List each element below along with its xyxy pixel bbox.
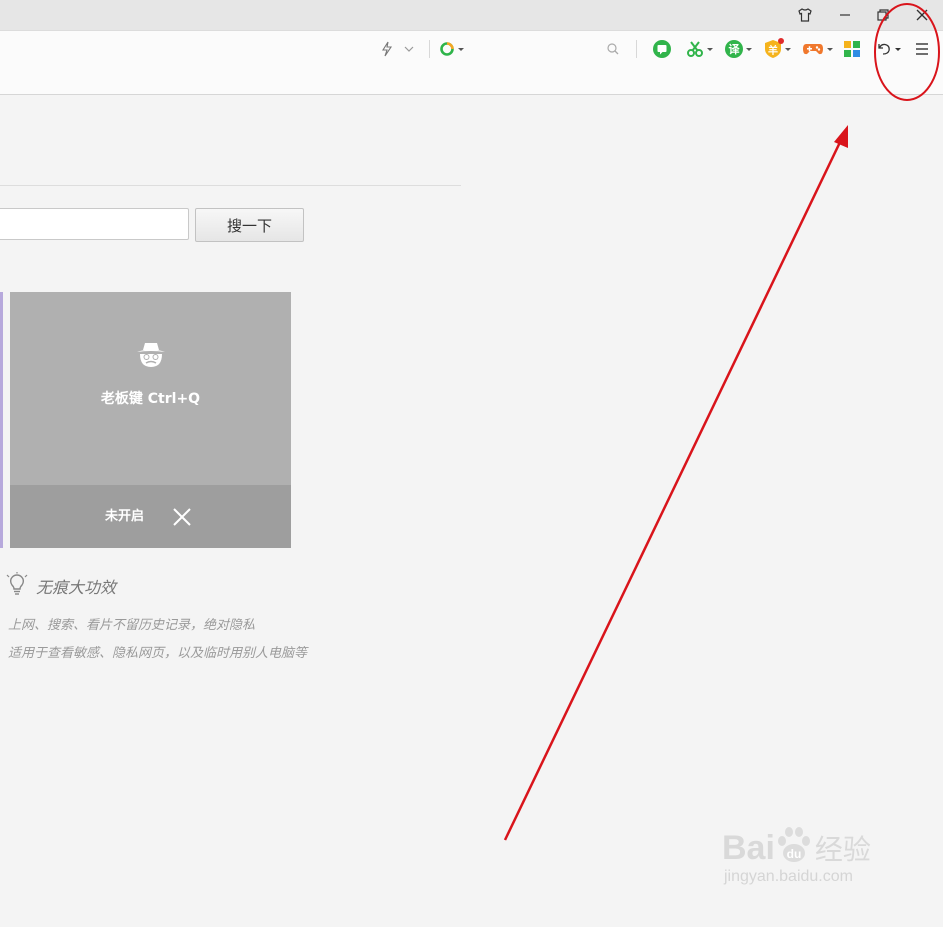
search-icon[interactable] (606, 37, 620, 61)
watermark-brand-left: Bai (722, 828, 775, 867)
shield-icon[interactable]: 羊 (764, 37, 791, 61)
watermark-url: jingyan.baidu.com (724, 868, 853, 885)
translate-label: 译 (725, 40, 743, 58)
annotation-arrow-head (834, 125, 848, 148)
close-icon[interactable] (170, 505, 194, 529)
tip-line-2: 适用于查看敏感、隐私网页，以及临时用别人电脑等 (8, 646, 308, 661)
search-button[interactable]: 搜一下 (195, 208, 304, 242)
tip-title: 无痕大功效 (36, 578, 117, 597)
minimize-icon[interactable] (834, 4, 856, 26)
svg-text:du: du (787, 847, 802, 861)
title-bar (0, 0, 943, 30)
menu-icon[interactable] (914, 37, 930, 61)
previous-card-edge (0, 292, 3, 548)
search-input[interactable] (0, 208, 189, 240)
translate-icon[interactable]: 译 (725, 37, 752, 61)
skin-icon[interactable] (794, 4, 816, 26)
divider (0, 185, 461, 186)
incognito-icon (135, 340, 167, 370)
paw-icon: du (775, 826, 813, 870)
scissors-icon[interactable] (686, 37, 713, 61)
close-icon[interactable] (911, 4, 933, 26)
annotation-arrow-line (503, 137, 844, 841)
chevron-down-icon[interactable] (403, 37, 415, 61)
boss-key-status-bar: 未开启 (10, 485, 291, 548)
restore-icon[interactable] (872, 4, 894, 26)
baidu-watermark: Bai du 经验 jingyan.baidu.com (722, 826, 871, 886)
tip-line-1: 上网、搜索、看片不留历史记录，绝对隐私 (8, 618, 256, 633)
boss-key-card: 老板键 Ctrl+Q 未开启 (10, 292, 291, 548)
boss-key-status: 未开启 (105, 509, 145, 524)
tip-header: 无痕大功效 (6, 572, 116, 600)
toolbar-divider (429, 40, 430, 58)
apps-icon[interactable] (844, 37, 860, 61)
boss-key-title: 老板键 Ctrl+Q (100, 391, 201, 407)
lightbulb-icon (6, 572, 28, 600)
toolbar-divider (636, 40, 637, 58)
game-icon[interactable] (802, 37, 833, 61)
watermark-brand-right: 经验 (814, 833, 871, 866)
search-engine-icon[interactable] (439, 37, 464, 61)
chat-icon[interactable] (652, 37, 672, 61)
undo-icon[interactable] (876, 37, 901, 61)
bookmarks-bar (0, 67, 943, 95)
lightning-icon[interactable] (380, 37, 394, 61)
browser-toolbar: 译 羊 (0, 30, 943, 68)
shield-label: 羊 (768, 46, 778, 57)
